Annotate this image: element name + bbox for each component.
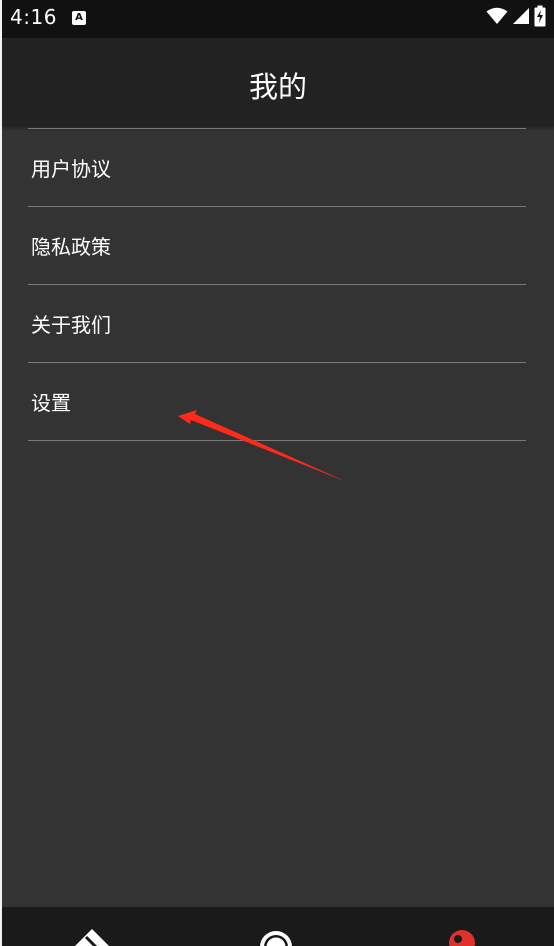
red-arrow-annotation xyxy=(178,410,347,482)
profile-icon xyxy=(449,930,475,946)
nav-tab-ring[interactable] xyxy=(216,907,336,946)
phone-screen: 4:16 A 我的 用户协议 隐私政策 关于我们 设置 xyxy=(2,0,554,946)
bottom-nav xyxy=(2,907,554,946)
nav-tab-diamond[interactable] xyxy=(32,907,152,946)
diamond-icon xyxy=(75,929,109,946)
ring-icon xyxy=(260,931,292,946)
nav-tab-profile[interactable] xyxy=(402,907,522,946)
